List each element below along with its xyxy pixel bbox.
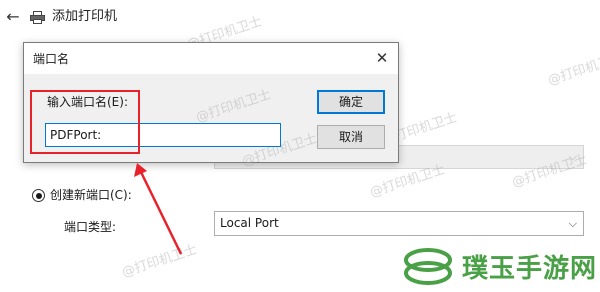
- create-new-port-label[interactable]: 创建新端口(C):: [50, 187, 132, 203]
- wizard-title: 添加打印机: [52, 9, 118, 24]
- watermark: @打印机卫士: [194, 87, 274, 126]
- port-type-label: 端口类型:: [64, 220, 117, 234]
- dialog-titlebar[interactable]: 端口名 ✕: [24, 43, 398, 74]
- close-icon[interactable]: ✕: [372, 48, 392, 68]
- watermark: @打印机卫士: [546, 50, 600, 89]
- chevron-down-icon: ⌵: [568, 217, 577, 230]
- dialog-title: 端口名: [33, 52, 70, 66]
- watermark: @打印机卫士: [120, 242, 200, 281]
- ok-button[interactable]: 确定: [317, 90, 385, 114]
- site-logo-text: 璞玉手游网: [462, 254, 598, 284]
- site-logo-icon: [404, 248, 452, 285]
- printer-icon: [30, 11, 45, 24]
- annotation-highlight-box: [30, 90, 140, 154]
- port-type-select[interactable]: Local Port ⌵: [214, 211, 584, 236]
- create-new-port-radio[interactable]: [32, 189, 45, 202]
- radio-selected-dot: [35, 192, 42, 199]
- back-arrow-icon[interactable]: ←: [4, 8, 22, 26]
- cancel-button[interactable]: 取消: [317, 125, 385, 149]
- port-type-value: Local Port: [220, 216, 279, 230]
